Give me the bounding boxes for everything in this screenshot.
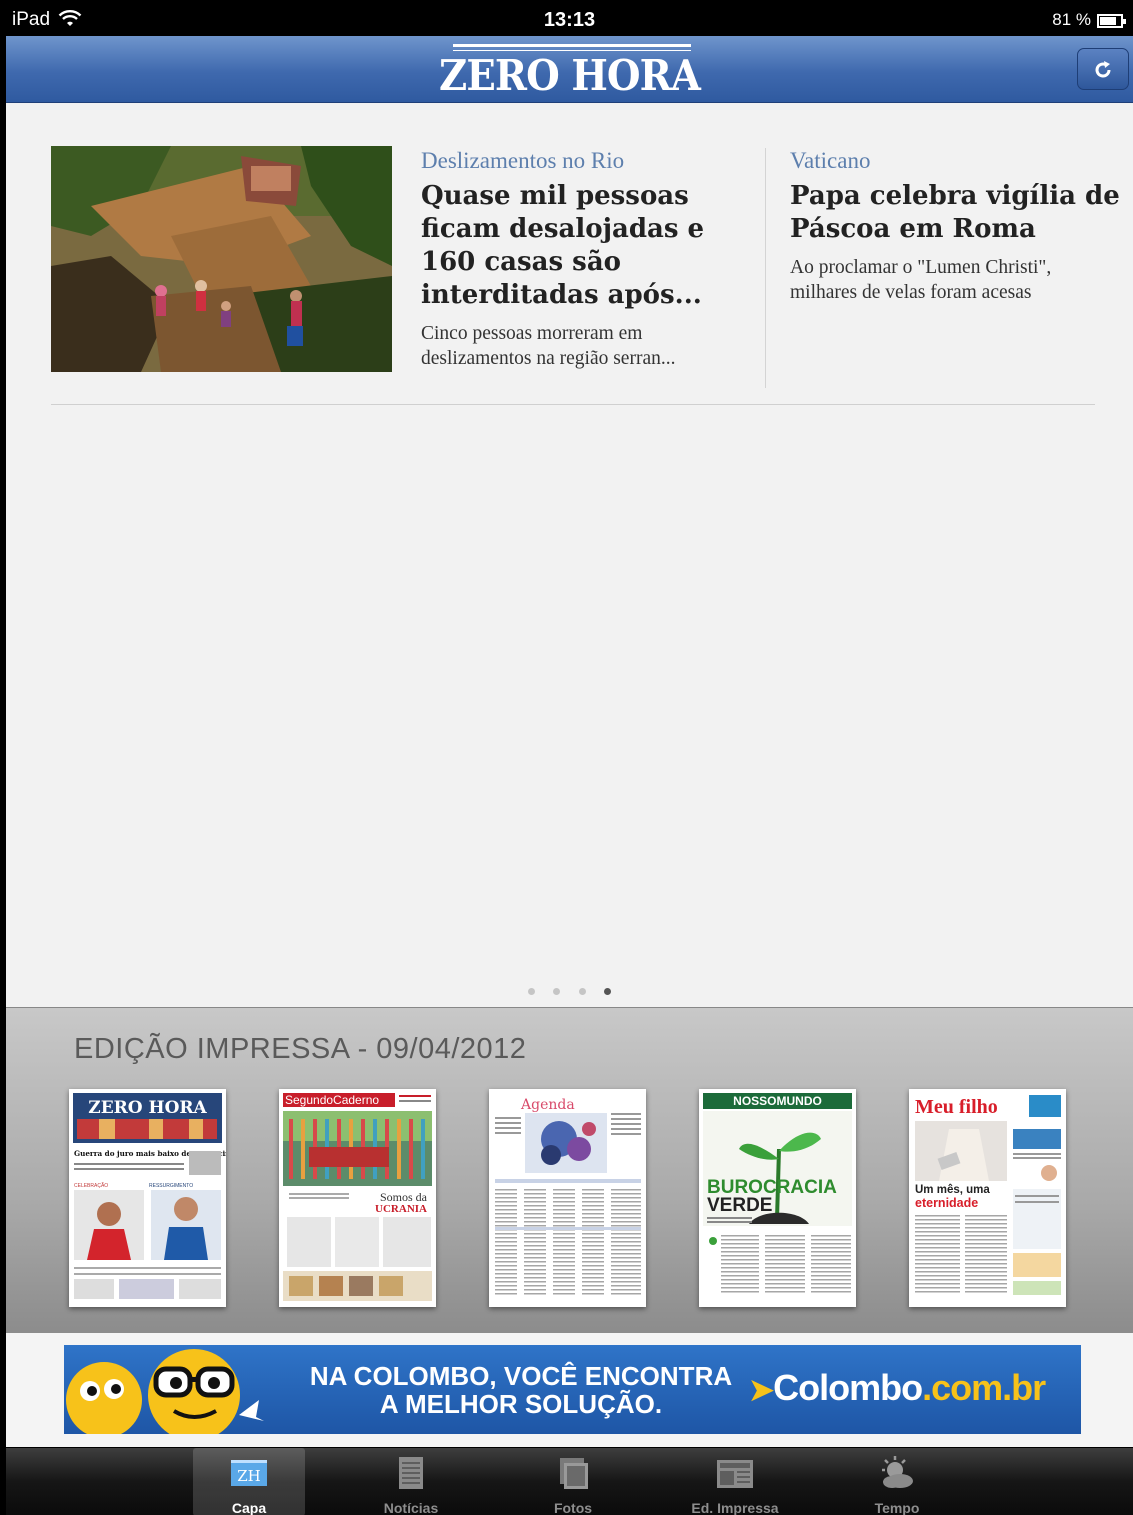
ad-line-2: A MELHOR SOLUÇÃO.: [379, 1389, 663, 1419]
page-dot[interactable]: [527, 988, 535, 995]
story-summary: Cinco pessoas morreram em deslizamentos …: [421, 323, 676, 369]
tab-fotos[interactable]: Fotos: [517, 1448, 629, 1515]
story-kicker: Deslizamentos no Rio: [421, 148, 625, 173]
ad-line-1: NA COLOMBO, VOCÊ ENCONTRA: [309, 1361, 733, 1391]
app-screen: iPad 13:13 81 % ZERO HORA Deslizamentos …: [6, 6, 1133, 1515]
cover-headline: UCRANIA: [375, 1203, 427, 1215]
cover-masthead: SegundoCaderno: [285, 1093, 379, 1107]
cover-section: RESSURGIMENTO: [149, 1183, 193, 1189]
tab-label: Fotos: [553, 1500, 593, 1515]
tab-label: Capa: [231, 1500, 267, 1515]
ad-brand-suffix: .com.br: [922, 1367, 1046, 1408]
tab-tempo[interactable]: Tempo: [841, 1448, 953, 1515]
arrow-logo-icon: ➤: [749, 1374, 774, 1407]
ad-text: NA COLOMBO, VOCÊ ENCONTRA A MELHOR SOLUÇ…: [286, 1362, 756, 1418]
print-cover-agenda[interactable]: Agenda: [489, 1089, 646, 1307]
nav-bar: ZERO HORA: [6, 36, 1133, 103]
print-cover-segundo-caderno[interactable]: SegundoCaderno Somos da UCRANIA: [279, 1089, 436, 1307]
photos-icon: [560, 1458, 588, 1489]
document-icon: [399, 1457, 423, 1489]
story-kicker: Vaticano: [790, 148, 871, 173]
story-summary: Ao proclamar o "Lumen Christi", milhares…: [790, 257, 1052, 303]
cover-masthead: Agenda: [520, 1097, 575, 1113]
battery-icon: [1097, 14, 1126, 28]
ad-area: NA COLOMBO, VOCÊ ENCONTRA A MELHOR SOLUÇ…: [6, 1333, 1133, 1447]
zh-logo-icon: ZH: [231, 1460, 267, 1486]
story-photo[interactable]: [51, 146, 392, 372]
page-dot[interactable]: [553, 988, 561, 995]
print-cover-nosso-mundo[interactable]: NOSSOMUNDO BUROCRACIA VERDE: [699, 1089, 856, 1307]
ad-banner[interactable]: NA COLOMBO, VOCÊ ENCONTRA A MELHOR SOLUÇ…: [64, 1345, 1081, 1434]
clock: 13:13: [543, 9, 596, 31]
tab-label: Ed. Impressa: [691, 1500, 779, 1515]
tab-noticias[interactable]: Notícias: [355, 1448, 467, 1515]
refresh-icon: [1095, 61, 1111, 78]
logo-rule: [453, 44, 691, 47]
refresh-button[interactable]: [1077, 48, 1129, 90]
tab-bar: ZH Capa Notícias Fotos Ed. Impressa Temp…: [6, 1447, 1133, 1515]
mascot-illustration: [66, 1349, 264, 1434]
cover-headline: Um mês, uma: [915, 1184, 990, 1196]
newspaper-icon: [717, 1460, 753, 1488]
status-bar: iPad 13:13 81 %: [6, 6, 1133, 36]
print-edition-section: EDIÇÃO IMPRESSA - 09/04/2012 ZERO HORA G…: [6, 1007, 1133, 1333]
page-control[interactable]: [6, 982, 1133, 1000]
headlines-area: Deslizamentos no Rio Quase mil pessoas f…: [6, 104, 1133, 1007]
story-headline: Quase mil pessoas ficam desalojadas e 16…: [421, 181, 705, 310]
print-cover-zero-hora[interactable]: ZERO HORA Guerra do juro mais baixo deve…: [69, 1089, 226, 1307]
tab-capa[interactable]: ZH Capa: [193, 1448, 305, 1515]
cover-masthead: NOSSOMUNDO: [733, 1094, 822, 1108]
svg-text:ZH: ZH: [237, 1467, 261, 1485]
weather-icon: [882, 1456, 913, 1488]
story-card-2[interactable]: Vaticano Papa celebra vigília de Páscoa …: [790, 148, 1120, 305]
cover-headline: eternidade: [915, 1196, 978, 1210]
tab-label: Notícias: [383, 1500, 439, 1515]
page-dot-active[interactable]: [604, 988, 612, 995]
column-divider: [765, 148, 766, 388]
cover-masthead: ZERO HORA: [88, 1098, 207, 1118]
print-cover-meu-filho[interactable]: Meu filho Um mês, uma eternidade: [909, 1089, 1066, 1307]
battery-percent: 81 %: [1052, 10, 1091, 29]
print-edition-title: EDIÇÃO IMPRESSA - 09/04/2012: [74, 1033, 527, 1065]
ad-brand-name: Colombo: [773, 1367, 923, 1408]
story-card-1[interactable]: Deslizamentos no Rio Quase mil pessoas f…: [421, 148, 741, 371]
page-dot[interactable]: [578, 988, 586, 995]
row-divider: [51, 404, 1095, 405]
cover-section: CELEBRAÇÃO: [74, 1182, 108, 1189]
story-headline: Papa celebra vigília de Páscoa em Roma: [790, 181, 1120, 244]
cover-masthead: Meu filho: [915, 1096, 998, 1118]
ad-brand: ➤Colombo.com.br: [749, 1367, 1079, 1409]
cover-headline: Somos da: [380, 1190, 428, 1204]
cover-headline: VERDE: [707, 1195, 772, 1216]
app-logo: ZERO HORA: [439, 51, 701, 100]
tab-ed-impressa[interactable]: Ed. Impressa: [679, 1448, 791, 1515]
tab-label: Tempo: [874, 1500, 920, 1515]
